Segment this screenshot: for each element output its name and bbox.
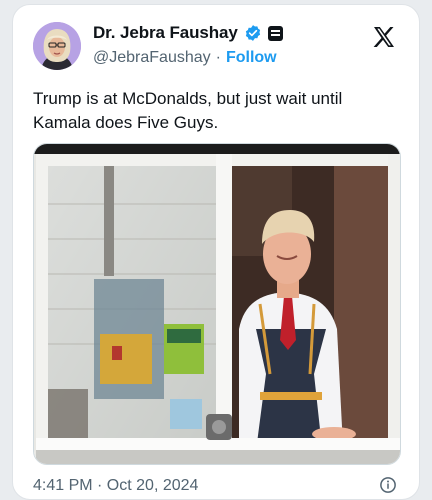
post-card: Dr. Jebra Faushay @JebraFaushay · Follow…	[12, 4, 420, 500]
author-name-row: Dr. Jebra Faushay	[93, 23, 283, 43]
post-media[interactable]	[33, 143, 401, 465]
affiliation-badge-icon	[267, 25, 283, 41]
author-display-name[interactable]: Dr. Jebra Faushay	[93, 23, 238, 43]
verified-badge-icon	[245, 25, 260, 41]
author-avatar[interactable]	[33, 22, 81, 70]
handle-separator: ·	[215, 49, 221, 66]
author-handle[interactable]: @JebraFaushay	[93, 49, 211, 67]
author-handle-row: @JebraFaushay · Follow	[93, 49, 277, 67]
avatar-image	[33, 22, 81, 70]
x-logo-icon[interactable]	[371, 25, 397, 49]
drive-thru-window-photo-icon	[34, 144, 400, 464]
follow-button[interactable]: Follow	[226, 49, 277, 67]
post-text: Trump is at McDonalds, but just wait unt…	[33, 89, 343, 132]
post-timestamp[interactable]: 4:41 PM · Oct 20, 2024	[33, 477, 198, 495]
info-icon[interactable]	[379, 476, 397, 494]
